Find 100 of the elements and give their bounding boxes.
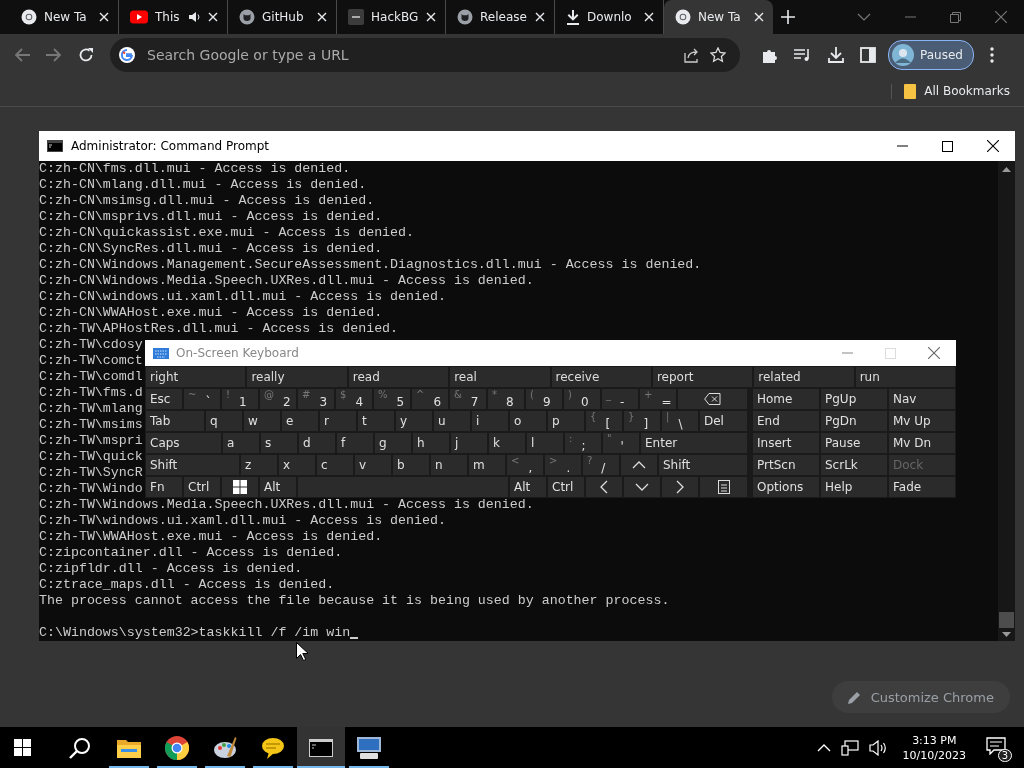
keyboard-key[interactable]: b (392, 454, 430, 476)
keyboard-key[interactable]: PgDn (820, 410, 888, 432)
keyboard-key[interactable]: e (281, 410, 319, 432)
suggestion-word[interactable]: receive (550, 366, 652, 388)
keyboard-key[interactable]: ^ 6 (411, 388, 449, 410)
suggestion-word[interactable]: run (854, 366, 956, 388)
address-bar[interactable]: Search Google or type a URL (110, 38, 740, 72)
keyboard-key[interactable]: ? / (582, 454, 620, 476)
suggestion-word[interactable]: read (347, 366, 450, 388)
keyboard-key[interactable] (699, 476, 748, 498)
keyboard-key[interactable]: > . (544, 454, 582, 476)
keyboard-key[interactable]: l (526, 432, 564, 454)
customize-chrome-button[interactable]: Customize Chrome (831, 681, 1010, 713)
keyboard-key[interactable]: Esc (145, 388, 183, 410)
chevron-down-icon[interactable] (857, 13, 871, 21)
keyboard-key[interactable]: g (374, 432, 412, 454)
address-field[interactable]: Search Google or type a URL (145, 46, 674, 64)
keyboard-key[interactable]: c (316, 454, 354, 476)
keyboard-key[interactable]: t (357, 410, 395, 432)
share-icon[interactable] (684, 47, 700, 63)
profile-button[interactable]: Paused (888, 40, 974, 70)
keyboard-key[interactable]: y (395, 410, 433, 432)
back-arrow-icon[interactable] (14, 48, 30, 62)
keyboard-key[interactable]: r (319, 410, 357, 432)
keyboard-key[interactable]: ~ ` (183, 388, 221, 410)
keyboard-key[interactable]: Tab (145, 410, 205, 432)
side-panel-icon[interactable] (860, 47, 876, 63)
keyboard-key[interactable]: k (488, 432, 526, 454)
keyboard-key[interactable]: Insert (752, 432, 820, 454)
keyboard-key[interactable]: PrtScn (752, 454, 820, 476)
keyboard-key[interactable]: Nav (888, 388, 956, 410)
browser-tab[interactable]: New Ta (664, 0, 773, 34)
keyboard-key[interactable]: < , (506, 454, 544, 476)
keyboard-key[interactable]: Enter (640, 432, 748, 454)
keyboard-key[interactable]: h (412, 432, 450, 454)
suggestion-word[interactable]: really (246, 366, 348, 388)
keyboard-key[interactable]: Help (820, 476, 888, 498)
keyboard-key[interactable]: Options (752, 476, 820, 498)
keyboard-key[interactable]: u (433, 410, 471, 432)
keyboard-key[interactable] (677, 388, 748, 410)
keyboard-key[interactable]: n (430, 454, 468, 476)
bookmarks-folder[interactable]: All Bookmarks (891, 83, 1010, 99)
restore-icon[interactable] (950, 11, 961, 23)
search-icon[interactable] (69, 736, 91, 759)
keyboard-key[interactable]: a (222, 432, 260, 454)
keyboard-key[interactable]: Fade (888, 476, 956, 498)
keyboard-key[interactable]: p (547, 410, 585, 432)
suggestion-word[interactable]: related (753, 366, 855, 388)
keyboard-key[interactable]: o (509, 410, 547, 432)
keyboard-key[interactable]: Shift (658, 454, 748, 476)
volume-icon[interactable] (868, 739, 887, 756)
keyboard-key[interactable]: i (471, 410, 509, 432)
keyboard-key[interactable]: Fn (145, 476, 183, 498)
keyboard-key[interactable]: ! 1 (221, 388, 259, 410)
keyboard-key[interactable]: Ctrl (183, 476, 221, 498)
forward-arrow-icon[interactable] (46, 48, 62, 62)
keyboard-key[interactable]: Shift (145, 454, 240, 476)
keyboard-key[interactable]: s (260, 432, 298, 454)
suggestion-word[interactable]: real (449, 366, 551, 388)
keyboard-key[interactable]: ScrLk (820, 454, 888, 476)
scrollbar[interactable] (998, 161, 1015, 641)
keyboard-key[interactable]: + = (639, 388, 677, 410)
keyboard-key[interactable]: Pause (820, 432, 888, 454)
keyboard-key[interactable]: Caps (145, 432, 222, 454)
keyboard-key[interactable]: PgUp (820, 388, 888, 410)
keyboard-key[interactable]: w (243, 410, 281, 432)
keyboard-key[interactable]: j (450, 432, 488, 454)
chevron-up-icon[interactable] (816, 743, 831, 752)
keyboard-key[interactable]: Del (699, 410, 748, 432)
keyboard-key[interactable]: d (298, 432, 336, 454)
suggestion-word[interactable]: right (145, 366, 247, 388)
windows-logo-icon[interactable] (14, 739, 31, 756)
keyboard-key[interactable]: m (468, 454, 506, 476)
keyboard-key[interactable]: z (240, 454, 278, 476)
more-menu-icon[interactable] (989, 47, 994, 63)
keyboard-key[interactable]: Mv Dn (888, 432, 956, 454)
keyboard-key[interactable]: @ 2 (259, 388, 297, 410)
keyboard-key[interactable]: * 8 (487, 388, 525, 410)
reload-icon[interactable] (78, 47, 94, 63)
keyboard-key[interactable]: ( 9 (525, 388, 563, 410)
taskbar-app[interactable] (297, 727, 345, 768)
keyboard-key[interactable]: & 7 (449, 388, 487, 410)
keyboard-key[interactable]: } ] (623, 410, 661, 432)
keyboard-key[interactable]: # 3 (297, 388, 335, 410)
scrollbar-thumb[interactable] (999, 612, 1014, 628)
media-queue-icon[interactable] (794, 48, 812, 62)
keyboard-key[interactable]: Alt (259, 476, 297, 498)
puzzle-piece-icon[interactable] (762, 47, 778, 63)
scroll-down-icon[interactable] (1002, 632, 1011, 637)
keyboard-key[interactable]: f (336, 432, 374, 454)
keyboard-key[interactable]: % 5 (373, 388, 411, 410)
keyboard-key[interactable]: Home (752, 388, 820, 410)
keyboard-key[interactable]: _ - (601, 388, 639, 410)
keyboard-key[interactable]: { [ (585, 410, 623, 432)
keyboard-key[interactable]: ) 0 (563, 388, 601, 410)
new-tab-icon[interactable] (781, 10, 795, 24)
download-icon[interactable] (828, 47, 844, 63)
keyboard-key[interactable]: : ; (564, 432, 602, 454)
keyboard-key[interactable] (221, 476, 259, 498)
scroll-up-icon[interactable] (1002, 167, 1011, 172)
